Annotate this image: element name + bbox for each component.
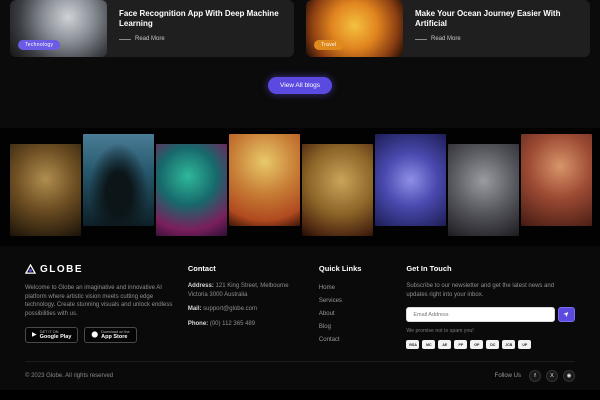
follow-us-label: Follow Us: [495, 373, 521, 379]
footer-quicklinks-column: Quick Links Home Services About Blog Con…: [319, 264, 392, 349]
read-more-label: Read More: [135, 36, 165, 42]
payment-icons-row: VISA MC AE PP GP DC JCB UP: [406, 340, 575, 349]
twitter-x-icon[interactable]: X: [546, 370, 558, 382]
blog-section: Technology Face Recognition App With Dee…: [0, 0, 600, 128]
brand-logo[interactable]: GLOBE: [25, 264, 174, 275]
blog-card-face-recognition[interactable]: Technology Face Recognition App With Dee…: [10, 0, 294, 57]
phone-label: Phone:: [188, 321, 208, 327]
google-play-badge[interactable]: ▶ GET IT ON Google Play: [25, 327, 78, 343]
quick-link-services[interactable]: Services: [319, 295, 392, 308]
gallery-image-blonde-sunglasses[interactable]: [229, 134, 300, 226]
view-all-wrap: View All blogs: [10, 77, 590, 94]
mail-label: Mail:: [188, 306, 202, 312]
footer-columns: GLOBE Welcome to Globe an imaginative an…: [25, 264, 575, 349]
payment-gpay-icon: GP: [470, 340, 483, 349]
read-more-link[interactable]: Read More: [415, 36, 580, 42]
footer: GLOBE Welcome to Globe an imaginative an…: [0, 246, 600, 390]
send-icon: ➤: [560, 308, 573, 321]
email-input[interactable]: [406, 307, 555, 322]
payment-amex-icon: AE: [438, 340, 451, 349]
contact-mail: Mail: support@globe.com: [188, 305, 305, 314]
quick-link-contact[interactable]: Contact: [319, 334, 392, 347]
subscribe-row: ➤: [406, 307, 575, 322]
brand-name: GLOBE: [40, 264, 83, 275]
quick-links-heading: Quick Links: [319, 264, 392, 273]
blog-card-body: Face Recognition App With Deep Machine L…: [107, 0, 294, 57]
dash-decoration: [119, 39, 131, 40]
dash-decoration: [415, 39, 427, 40]
gallery-image-golden-skull[interactable]: [302, 144, 373, 236]
category-badge[interactable]: Technology: [18, 40, 60, 50]
footer-bottom-bar: © 2023 Globe. All rights reserved Follow…: [25, 361, 575, 390]
store-badge-text: GET IT ON Google Play: [40, 330, 72, 340]
store-name: Google Play: [40, 334, 72, 340]
no-spam-note: We promise not to spam you!: [406, 328, 575, 334]
footer-brand-column: GLOBE Welcome to Globe an imaginative an…: [25, 264, 174, 349]
google-play-icon: ▶: [32, 332, 37, 338]
newsletter-text: Subscribe to our newsletter and get the …: [406, 282, 575, 299]
read-more-link[interactable]: Read More: [119, 36, 284, 42]
blog-card-thumbnail: Technology: [10, 0, 107, 57]
blog-card-title: Make Your Ocean Journey Easier With Arti…: [415, 9, 580, 29]
read-more-label: Read More: [431, 36, 461, 42]
quick-link-about[interactable]: About: [319, 308, 392, 321]
store-badge-text: Download on the App Store: [101, 330, 130, 340]
payment-paypal-icon: PP: [454, 340, 467, 349]
gallery-image-gray-robot[interactable]: [448, 144, 519, 236]
follow-us-group: Follow Us f X ◉: [495, 370, 575, 382]
payment-visa-icon: VISA: [406, 340, 419, 349]
gallery-image-bronze-android[interactable]: [10, 144, 81, 236]
contact-phone: Phone: (00) 112 365 489: [188, 320, 305, 329]
store-name: App Store: [101, 334, 130, 340]
brand-description: Welcome to Globe an imaginative and inno…: [25, 284, 174, 318]
mail-value[interactable]: support@globe.com: [203, 306, 257, 312]
store-badges: ▶ GET IT ON Google Play ⬤ Download on th…: [25, 327, 174, 343]
footer-contact-column: Contact Address: 121 King Street, Melbou…: [188, 264, 305, 349]
view-all-blogs-button[interactable]: View All blogs: [268, 77, 332, 94]
quick-link-blog[interactable]: Blog: [319, 321, 392, 334]
phone-value[interactable]: (00) 112 365 489: [210, 321, 255, 327]
subscribe-send-button[interactable]: ➤: [558, 307, 575, 322]
ai-art-gallery: [0, 128, 600, 246]
contact-heading: Contact: [188, 264, 305, 273]
blog-card-title: Face Recognition App With Deep Machine L…: [119, 9, 284, 29]
instagram-icon[interactable]: ◉: [563, 370, 575, 382]
blog-card-body: Make Your Ocean Journey Easier With Arti…: [403, 0, 590, 57]
payment-jcb-icon: JCB: [502, 340, 515, 349]
get-in-touch-heading: Get In Touch: [406, 264, 575, 273]
apple-icon: ⬤: [91, 332, 98, 338]
contact-address: Address: 121 King Street, Melbourne Vict…: [188, 282, 305, 299]
payment-mastercard-icon: MC: [422, 340, 435, 349]
gallery-image-crystal-figure[interactable]: [375, 134, 446, 226]
blog-cards-row: Technology Face Recognition App With Dee…: [10, 0, 590, 57]
blog-card-ocean-journey[interactable]: Travel Make Your Ocean Journey Easier Wi…: [306, 0, 590, 57]
payment-unionpay-icon: UP: [518, 340, 531, 349]
app-store-badge[interactable]: ⬤ Download on the App Store: [84, 327, 136, 343]
facebook-icon[interactable]: f: [529, 370, 541, 382]
address-label: Address:: [188, 283, 214, 289]
gallery-image-hooded-figure[interactable]: [83, 134, 154, 226]
footer-getintouch-column: Get In Touch Subscribe to our newsletter…: [406, 264, 575, 349]
payment-discover-icon: DC: [486, 340, 499, 349]
quick-link-home[interactable]: Home: [319, 282, 392, 295]
gallery-image-red-haired[interactable]: [521, 134, 592, 226]
globe-logo-icon: [25, 264, 36, 275]
category-badge[interactable]: Travel: [314, 40, 344, 50]
blog-card-thumbnail: Travel: [306, 0, 403, 57]
copyright-text: © 2023 Globe. All rights reserved: [25, 373, 113, 379]
gallery-image-vivid-hat[interactable]: [156, 144, 227, 236]
